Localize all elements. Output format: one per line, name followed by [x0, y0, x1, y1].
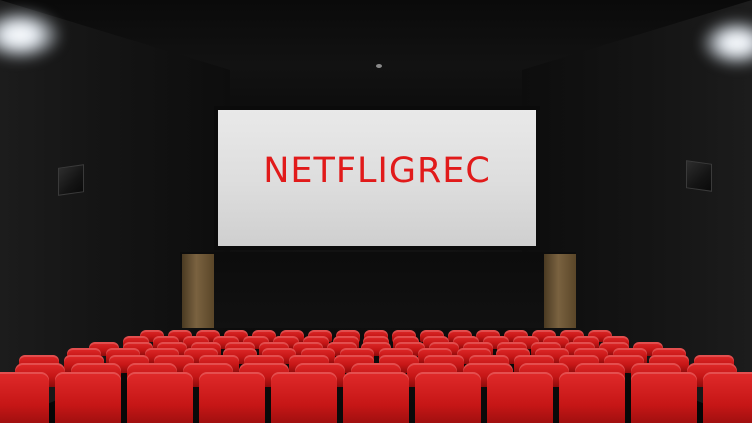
cinema-seat	[0, 372, 49, 423]
cinema-seat	[415, 372, 481, 423]
cinema-seat	[271, 372, 337, 423]
cinema-seat	[199, 372, 265, 423]
cinema-seat	[559, 372, 625, 423]
seating-area	[0, 0, 752, 423]
cinema-seat	[127, 372, 193, 423]
cinema-seat	[343, 372, 409, 423]
cinema-seat	[703, 372, 752, 423]
cinema-seat	[55, 372, 121, 423]
cinema-seat	[631, 372, 697, 423]
cinema-scene: NETFLIGREC	[0, 0, 752, 423]
cinema-seat	[487, 372, 553, 423]
